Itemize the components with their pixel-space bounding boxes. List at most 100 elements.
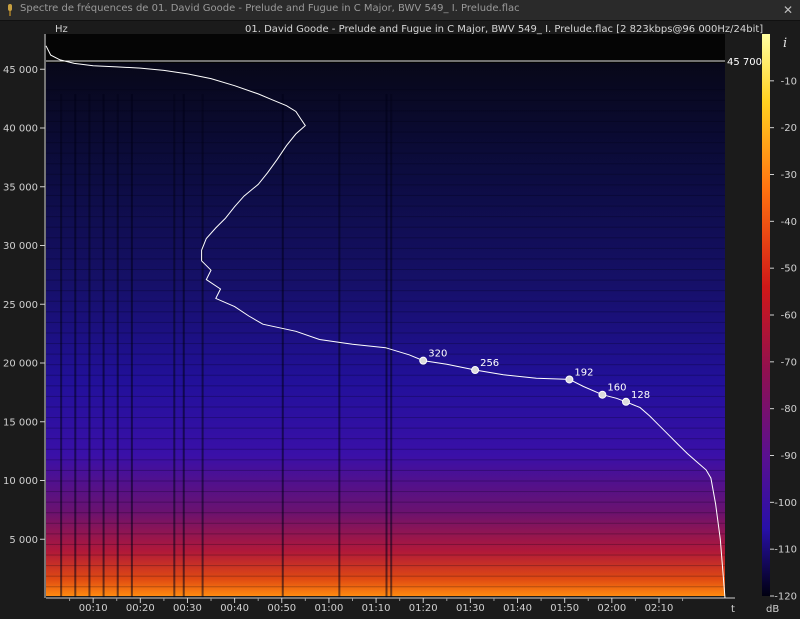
frequency-band <box>46 269 725 270</box>
frequency-band <box>46 142 725 144</box>
y-axis-unit: Hz <box>55 24 68 35</box>
x-tick-label: 02:10 <box>645 603 674 614</box>
frequency-band <box>46 205 725 207</box>
colorbar-tick-label: -100 <box>774 498 797 509</box>
time-streak <box>116 94 119 598</box>
frequency-band <box>46 194 725 196</box>
x-tick-label: 00:10 <box>79 603 108 614</box>
colorbar-ticks: -10 -20 -30 -40 -50 -60 -70 -80 -90 -100 -110 -120 <box>770 76 797 603</box>
frequency-band <box>46 173 725 175</box>
time-streak <box>385 94 388 598</box>
frequency-band <box>46 364 725 366</box>
frequency-band <box>46 565 725 567</box>
frequency-band <box>46 448 725 450</box>
frequency-band <box>46 152 725 154</box>
frequency-band <box>46 491 725 493</box>
colorbar-tick-label: -50 <box>781 264 797 275</box>
x-tick-label: 00:20 <box>126 603 155 614</box>
bitrate-marker <box>598 390 607 399</box>
frequency-band <box>46 120 725 122</box>
colorbar-tick-label: -90 <box>781 451 797 462</box>
frequency-band <box>46 89 725 91</box>
colorbar-tick-label: -40 <box>781 217 797 228</box>
time-streak <box>390 94 393 598</box>
frequency-band <box>46 332 725 334</box>
y-tick-label: 40 000 <box>3 124 38 135</box>
y-tick-label: 35 000 <box>3 182 38 193</box>
x-tick-label: 00:30 <box>173 603 202 614</box>
colorbar-tick-label: -30 <box>781 170 797 181</box>
frequency-band <box>46 374 725 376</box>
time-streak <box>88 94 91 598</box>
y-tick-label: 30 000 <box>3 241 38 252</box>
time-streak <box>130 94 133 598</box>
bitrate-marker <box>471 366 480 375</box>
bitrate-marker <box>419 356 428 365</box>
x-ticks: 00:10 00:20 00:30 00:40 00:50 01:00 01:10 01:20… <box>69 598 684 614</box>
frequency-band <box>46 290 725 292</box>
bitrate-marker-label: 160 <box>607 383 626 394</box>
chart-title: 01. David Goode - Prelude and Fugue in C… <box>245 24 763 35</box>
bitrate-marker <box>565 375 574 384</box>
frequency-band <box>46 395 725 397</box>
frequency-band <box>46 586 725 588</box>
frequency-band <box>46 216 725 218</box>
title-bar: Spectre de fréquences de 01. David Goode… <box>0 0 800 21</box>
frequency-band <box>46 501 725 503</box>
frequency-band <box>46 480 725 482</box>
colorbar <box>762 34 770 596</box>
time-streak <box>281 94 284 598</box>
frequency-band <box>46 131 725 133</box>
frequency-band <box>46 163 725 165</box>
y-tick-label: 10 000 <box>3 476 38 487</box>
frequency-band <box>46 226 725 228</box>
frequency-band <box>46 353 725 355</box>
bitrate-marker <box>621 397 630 406</box>
time-streak <box>338 94 341 598</box>
close-button[interactable]: ✕ <box>777 1 799 19</box>
colorbar-tick-label: -80 <box>781 404 797 415</box>
bitrate-marker-label: 192 <box>574 367 593 378</box>
frequency-band <box>46 522 725 524</box>
colorbar-tick-label: -20 <box>781 123 797 134</box>
cutoff-label: 45 700 <box>727 57 762 68</box>
frequency-band <box>46 99 725 101</box>
y-tick-label: 5 000 <box>9 535 38 546</box>
y-ticks: 5 000 10 000 15 000 20 000 25 000 30 000 35 00… <box>3 65 45 546</box>
x-tick-label: 01:20 <box>409 603 438 614</box>
frequency-band <box>46 469 725 471</box>
x-tick-label: 00:40 <box>220 603 249 614</box>
time-streak <box>182 94 185 598</box>
bitrate-marker-label: 256 <box>480 358 499 369</box>
spectrogram-chart: 00:10 00:20 00:30 00:40 00:50 01:00 01:10 01:20… <box>3 24 797 615</box>
y-tick-label: 15 000 <box>3 417 38 428</box>
time-streak <box>173 94 176 598</box>
bitrate-marker-label: 128 <box>631 390 650 401</box>
frequency-band <box>46 321 725 323</box>
y-tick-label: 25 000 <box>3 300 38 311</box>
time-streak <box>102 94 105 598</box>
frequency-band <box>46 237 725 239</box>
frequency-band <box>46 110 725 112</box>
frequency-band <box>46 438 725 440</box>
bitrate-marker-label: 320 <box>428 349 447 360</box>
time-streak <box>74 94 77 598</box>
x-tick-label: 01:40 <box>503 603 532 614</box>
x-tick-label: 01:00 <box>315 603 344 614</box>
x-tick-label: 01:30 <box>456 603 485 614</box>
frequency-band <box>46 258 725 260</box>
colorbar-tick-label: -110 <box>774 545 797 556</box>
y-tick-label: 45 000 <box>3 65 38 76</box>
above-cutoff-region <box>46 34 725 63</box>
frequency-band <box>46 279 725 281</box>
colorbar-unit: dB <box>766 604 779 615</box>
app-icon <box>8 4 12 16</box>
time-streak <box>60 94 63 598</box>
frequency-band <box>46 575 725 577</box>
x-tick-label: 00:50 <box>267 603 296 614</box>
frequency-band <box>46 417 725 419</box>
frequency-band <box>46 247 725 249</box>
frequency-band <box>46 459 725 461</box>
frequency-band <box>46 427 725 429</box>
frequency-band <box>46 343 725 345</box>
